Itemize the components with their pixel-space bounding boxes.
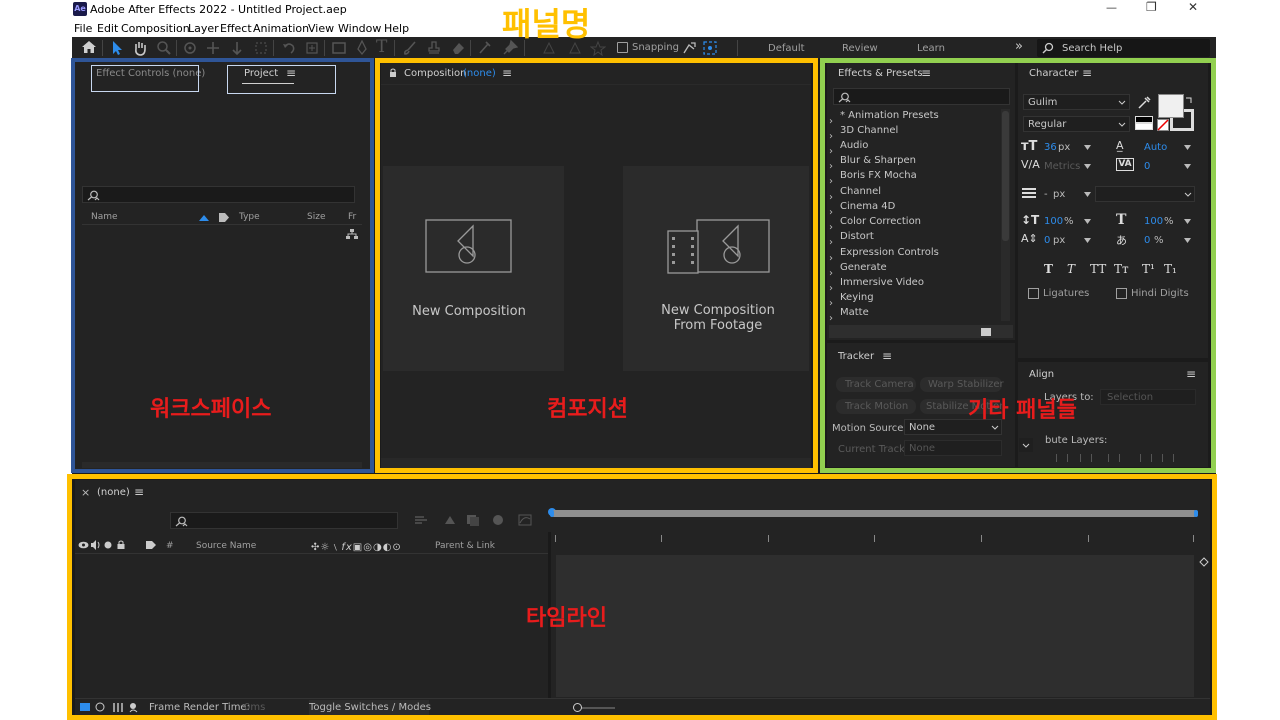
timeline-highlight-frame [67, 474, 1217, 720]
snap-features-icon[interactable] [703, 41, 717, 55]
snapping-checkbox[interactable] [617, 42, 628, 53]
workspace-default[interactable]: Default [768, 43, 805, 54]
search-help-label: Search Help [1062, 43, 1123, 54]
axis-view-icon[interactable] [590, 40, 606, 56]
toolbar: T Snapping Default Review Learn » Search… [72, 37, 1216, 59]
home-icon[interactable] [81, 40, 97, 54]
app-logo-icon: Ae [73, 2, 87, 16]
menu-composition[interactable]: Composition [121, 22, 190, 35]
menu-help[interactable]: Help [384, 22, 409, 35]
title-bar: Ae Adobe After Effects 2022 - Untitled P… [0, 0, 1280, 20]
workspace-overflow-button[interactable]: » [1015, 39, 1023, 54]
undo-icon[interactable] [281, 40, 297, 56]
menu-window[interactable]: Window [338, 22, 381, 35]
rectangle-tool-icon[interactable] [331, 40, 347, 56]
search-icon [1042, 42, 1054, 54]
close-button[interactable]: ✕ [1188, 0, 1198, 14]
eraser-icon[interactable] [450, 40, 466, 56]
toolbar-divider [102, 40, 103, 56]
camera-orbit-icon[interactable] [205, 40, 221, 56]
maximize-button[interactable]: ❐ [1146, 0, 1157, 14]
menu-edit[interactable]: Edit [97, 22, 118, 35]
camera-pan-icon[interactable] [229, 40, 245, 56]
annotation-composition: 컴포지션 [547, 397, 628, 422]
snap-edges-icon[interactable] [682, 41, 696, 55]
snapping-label: Snapping [632, 42, 679, 53]
selection-tool-icon[interactable] [110, 40, 124, 56]
toolbar-divider [273, 40, 274, 56]
annotation-other-panels: 기타 패널들 [968, 398, 1077, 423]
toolbar-divider [394, 40, 395, 56]
minimize-button[interactable]: — [1106, 1, 1117, 14]
hand-tool-icon[interactable] [132, 40, 148, 56]
menu-file[interactable]: File [74, 22, 92, 35]
annotation-panel-name: 패널명 [502, 5, 591, 43]
annotation-workspace: 워크스페이스 [150, 397, 272, 422]
pen-tool-icon[interactable] [354, 40, 370, 56]
menu-animation[interactable]: Animation [253, 22, 309, 35]
menu-layer[interactable]: Layer [188, 22, 219, 35]
toolbar-divider [737, 40, 738, 56]
workspace-learn[interactable]: Learn [917, 43, 945, 54]
camera-dolly-icon[interactable] [253, 40, 269, 56]
toolbar-divider [470, 40, 471, 56]
window-title: Adobe After Effects 2022 - Untitled Proj… [90, 3, 347, 16]
menu-effect[interactable]: Effect [220, 22, 252, 35]
toolbar-divider [324, 40, 325, 56]
pan-behind-icon[interactable] [304, 40, 320, 56]
rotation-tool-icon[interactable] [182, 40, 198, 56]
toolbar-divider [176, 40, 177, 56]
clone-stamp-icon[interactable] [426, 40, 442, 56]
type-tool-icon[interactable]: T [376, 37, 387, 57]
workspace-review[interactable]: Review [842, 43, 878, 54]
roto-brush-icon[interactable] [476, 40, 494, 56]
menu-view[interactable]: View [308, 22, 334, 35]
search-help-field[interactable]: Search Help [1037, 39, 1210, 57]
brush-tool-icon[interactable] [402, 40, 418, 56]
zoom-tool-icon[interactable] [156, 40, 172, 56]
menu-bar: File Edit Composition Layer Effect Anima… [72, 20, 1216, 37]
annotation-timeline: 타임라인 [526, 606, 607, 631]
